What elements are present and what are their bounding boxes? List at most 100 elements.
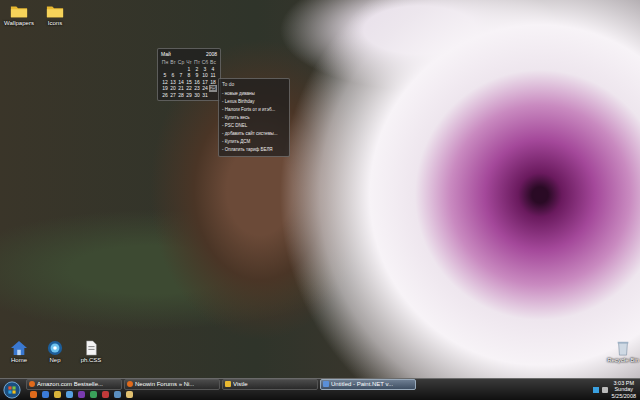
- calendar-day[interactable]: 26: [161, 92, 169, 99]
- calendar-day[interactable]: 13: [169, 79, 177, 86]
- calendar-day[interactable]: [161, 66, 169, 73]
- task-button[interactable]: Amazon.com Bestselle...: [26, 379, 122, 390]
- todo-item[interactable]: - Оплатить тариф БЕЛЯ: [222, 146, 286, 154]
- calendar-day[interactable]: 16: [193, 79, 201, 86]
- calendar-day[interactable]: 24: [201, 85, 209, 92]
- calendar-day[interactable]: 27: [169, 92, 177, 99]
- calendar-day[interactable]: 23: [193, 85, 201, 92]
- quick-launch-icon[interactable]: [42, 391, 49, 398]
- todo-title: To do: [222, 81, 286, 88]
- calendar-day[interactable]: 2: [193, 66, 201, 73]
- recycle-bin-icon: [614, 340, 632, 356]
- calendar-day[interactable]: 6: [169, 72, 177, 79]
- wallpaper-photo: [0, 0, 640, 378]
- desktop-icon[interactable]: Nep: [40, 340, 70, 364]
- document-icon: [82, 340, 100, 356]
- quick-launch-icon[interactable]: [90, 391, 97, 398]
- weekday: Пн: [161, 59, 169, 66]
- calendar-day[interactable]: 14: [177, 79, 185, 86]
- calendar-day[interactable]: 28: [177, 92, 185, 99]
- start-button[interactable]: [0, 379, 24, 400]
- paint-icon: [323, 381, 329, 387]
- folder-icon: [10, 3, 28, 19]
- todo-item[interactable]: - Налоги Forts от и итэб...: [222, 106, 286, 114]
- calendar-grid: ПнВтСрЧтПтСбВс12345678910111213141516171…: [161, 59, 217, 98]
- calendar-gadget: Май2008ПнВтСрЧтПтСбВс1234567891011121314…: [157, 48, 221, 101]
- desktop-icon[interactable]: Icons: [40, 3, 70, 27]
- browser-icon: [127, 381, 133, 387]
- desktop-icon[interactable]: Home: [4, 340, 34, 364]
- todo-item[interactable]: - добавить сайт системы...: [222, 130, 286, 138]
- quick-launch-icon[interactable]: [102, 391, 109, 398]
- task-button[interactable]: Neowin Forums » Ni...: [124, 379, 220, 390]
- calendar-day[interactable]: 22: [185, 85, 193, 92]
- home-icon: [10, 340, 28, 356]
- weekday: Вс: [209, 59, 217, 66]
- desktop-icons-bottom: HomeNepph.CSS: [4, 340, 106, 364]
- calendar-day[interactable]: 11: [209, 72, 217, 79]
- calendar-day[interactable]: [169, 66, 177, 73]
- calendar-day[interactable]: 15: [185, 79, 193, 86]
- calendar-day[interactable]: 7: [177, 72, 185, 79]
- desktop-icon[interactable]: ph.CSS: [76, 340, 106, 364]
- quick-launch-icon[interactable]: [54, 391, 61, 398]
- tray-icons: [593, 387, 608, 393]
- calendar-day[interactable]: 29: [185, 92, 193, 99]
- orb-icon: [46, 340, 64, 356]
- task-button[interactable]: Vistle: [222, 379, 318, 390]
- taskbar: Amazon.com Bestselle...Neowin Forums » N…: [0, 378, 640, 400]
- system-tray: 3:03 PMSunday5/25/2008: [589, 379, 640, 400]
- folder-icon: [225, 381, 231, 387]
- browser-icon: [29, 381, 35, 387]
- calendar-day[interactable]: 3: [201, 66, 209, 73]
- quick-launch-icon[interactable]: [114, 391, 121, 398]
- screen: WallpapersIconsМай2008ПнВтСрЧтПтСбВс1234…: [0, 0, 640, 400]
- desktop: WallpapersIconsМай2008ПнВтСрЧтПтСбВс1234…: [0, 0, 640, 378]
- todo-item[interactable]: - новые диваны: [222, 90, 286, 98]
- task-list: Amazon.com Bestselle...Neowin Forums » N…: [24, 379, 589, 390]
- calendar-day[interactable]: 17: [201, 79, 209, 86]
- folder-icon: [46, 3, 64, 19]
- calendar-day[interactable]: 19: [161, 85, 169, 92]
- todo-item[interactable]: - Купить весь: [222, 114, 286, 122]
- calendar-day[interactable]: 21: [177, 85, 185, 92]
- todo-item[interactable]: - Купить ДСМ: [222, 138, 286, 146]
- calendar-header: Май 2008: [161, 51, 217, 58]
- calendar-day[interactable]: 20: [169, 85, 177, 92]
- quick-launch-icon[interactable]: [78, 391, 85, 398]
- volume-icon[interactable]: [602, 387, 608, 393]
- weekday: Чт: [185, 59, 193, 66]
- calendar-day[interactable]: 9: [193, 72, 201, 79]
- calendar-day[interactable]: 8: [185, 72, 193, 79]
- desktop-icon[interactable]: Wallpapers: [4, 3, 34, 27]
- calendar-day[interactable]: [177, 66, 185, 73]
- calendar-day[interactable]: 12: [161, 79, 169, 86]
- calendar-day[interactable]: 25: [209, 85, 217, 92]
- recycle-bin[interactable]: Recycle Bin: [608, 340, 638, 364]
- desktop-icons-top: WallpapersIcons: [4, 3, 70, 27]
- calendar-month[interactable]: Май: [161, 51, 171, 58]
- calendar-day[interactable]: 1: [185, 66, 193, 73]
- calendar-day[interactable]: 31: [201, 92, 209, 99]
- todo-gadget: To do - новые диваны- Lexus Birthday- Нал…: [218, 78, 290, 157]
- windows-orb-icon: [3, 381, 21, 399]
- task-button[interactable]: Untitled - Paint.NET v...: [320, 379, 416, 390]
- quick-launch: [24, 390, 589, 400]
- network-icon[interactable]: [593, 387, 599, 393]
- weekday: Сб: [201, 59, 209, 66]
- quick-launch-icon[interactable]: [126, 391, 133, 398]
- weekday: Пт: [193, 59, 201, 66]
- calendar-year[interactable]: 2008: [206, 51, 217, 58]
- calendar-day[interactable]: 5: [161, 72, 169, 79]
- weekday: Вт: [169, 59, 177, 66]
- clock[interactable]: 3:03 PMSunday5/25/2008: [612, 380, 636, 400]
- todo-item[interactable]: - PSC DNEL: [222, 122, 286, 130]
- weekday: Ср: [177, 59, 185, 66]
- todo-item[interactable]: - Lexus Birthday: [222, 98, 286, 106]
- calendar-day[interactable]: 4: [209, 66, 217, 73]
- calendar-day[interactable]: 10: [201, 72, 209, 79]
- quick-launch-icon[interactable]: [66, 391, 73, 398]
- quick-launch-icon[interactable]: [30, 391, 37, 398]
- calendar-day[interactable]: 30: [193, 92, 201, 99]
- taskbar-rows: Amazon.com Bestselle...Neowin Forums » N…: [24, 379, 589, 400]
